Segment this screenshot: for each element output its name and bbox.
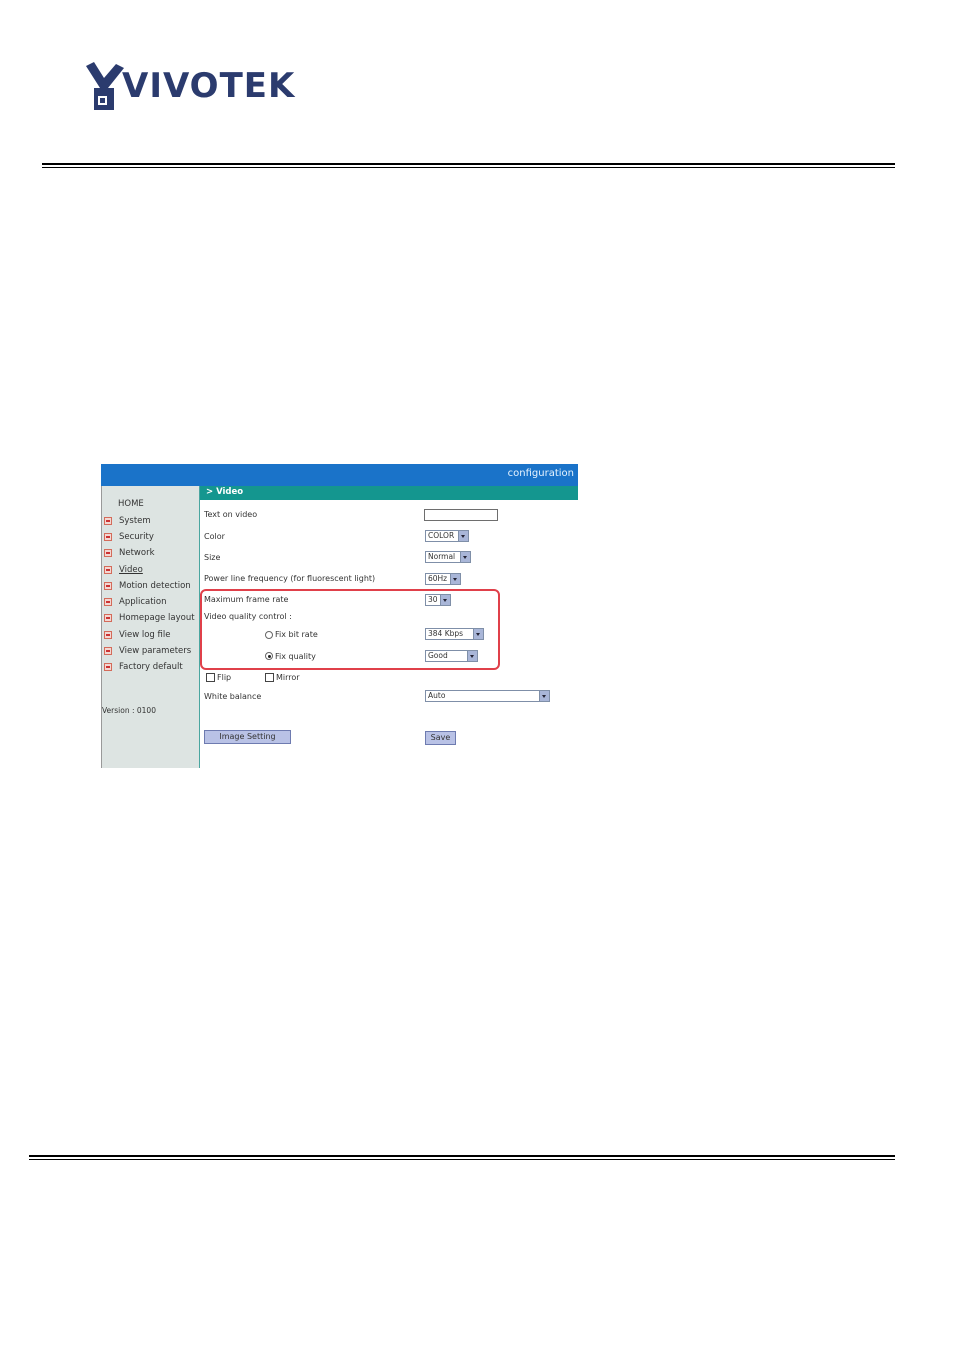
- top-bar: configuration: [101, 464, 578, 486]
- sidebar-item-system[interactable]: System: [104, 515, 151, 527]
- section-title: > Video: [206, 487, 244, 497]
- chevron-down-icon: [450, 574, 460, 584]
- color-select-value: COLOR: [428, 531, 455, 540]
- top-divider: [42, 163, 895, 168]
- mirror-checkbox[interactable]: [265, 673, 274, 682]
- image-setting-button[interactable]: Image Setting: [204, 730, 291, 744]
- white-balance-select[interactable]: Auto: [425, 690, 550, 702]
- expand-bullet-icon: [104, 614, 112, 622]
- expand-bullet-icon: [104, 647, 112, 655]
- sidebar-item-label: Homepage layout: [119, 613, 195, 623]
- sidebar-item-label: Application: [119, 597, 167, 607]
- mirror-label: Mirror: [276, 673, 300, 682]
- size-label: Size: [204, 553, 221, 562]
- expand-bullet-icon: [104, 549, 112, 557]
- chevron-down-icon: [460, 552, 470, 562]
- sidebar-item-label: View log file: [119, 630, 171, 640]
- color-label: Color: [204, 532, 225, 541]
- flip-checkbox[interactable]: [206, 673, 215, 682]
- sidebar-item-factory-default[interactable]: Factory default: [104, 661, 183, 673]
- vivotek-logo: VIVOTEK: [86, 62, 296, 114]
- white-balance-select-value: Auto: [428, 691, 446, 700]
- sidebar-item-label: Network: [119, 548, 155, 558]
- camera-logo-icon: [86, 62, 124, 110]
- sidebar: [101, 486, 200, 768]
- size-select-value: Normal: [428, 552, 456, 561]
- configuration-label: configuration: [507, 468, 574, 479]
- section-header: > Video: [200, 486, 578, 500]
- power-line-select[interactable]: 60Hz: [425, 573, 461, 585]
- sidebar-item-application[interactable]: Application: [104, 596, 167, 608]
- white-balance-label: White balance: [204, 692, 262, 701]
- sidebar-item-label: Video: [119, 565, 143, 575]
- sidebar-item-motion-detection[interactable]: Motion detection: [104, 580, 191, 592]
- sidebar-item-home[interactable]: HOME: [118, 499, 144, 509]
- expand-bullet-icon: [104, 663, 112, 671]
- chevron-down-icon: [458, 531, 468, 541]
- expand-bullet-icon: [104, 582, 112, 590]
- power-line-label: Power line frequency (for fluorescent li…: [204, 574, 376, 583]
- power-line-select-value: 60Hz: [428, 574, 448, 583]
- logo-wordmark: VIVOTEK: [122, 66, 296, 106]
- size-select[interactable]: Normal: [425, 551, 471, 563]
- expand-bullet-icon: [104, 631, 112, 639]
- sidebar-item-video[interactable]: Video: [104, 564, 143, 576]
- version-text: Version : 0100: [102, 706, 156, 715]
- expand-bullet-icon: [104, 517, 112, 525]
- sidebar-item-homepage-layout[interactable]: Homepage layout: [104, 612, 195, 624]
- highlight-box: [200, 589, 500, 670]
- text-on-video-input[interactable]: [424, 509, 498, 521]
- text-on-video-label: Text on video: [204, 510, 258, 519]
- sidebar-item-label: Security: [119, 532, 154, 542]
- flip-label: Flip: [217, 673, 232, 682]
- sidebar-item-view-parameters[interactable]: View parameters: [104, 645, 191, 657]
- sidebar-item-label: View parameters: [119, 646, 192, 656]
- color-select[interactable]: COLOR: [425, 530, 469, 542]
- expand-bullet-icon: [104, 598, 112, 606]
- chevron-down-icon: [539, 691, 549, 701]
- save-button[interactable]: Save: [425, 731, 456, 745]
- sidebar-item-label: Motion detection: [119, 581, 191, 591]
- bottom-divider: [29, 1155, 895, 1160]
- expand-bullet-icon: [104, 566, 112, 574]
- sidebar-item-label: Factory default: [119, 662, 183, 672]
- expand-bullet-icon: [104, 533, 112, 541]
- sidebar-item-security[interactable]: Security: [104, 531, 154, 543]
- sidebar-item-label: System: [119, 516, 151, 526]
- sidebar-item-view-log-file[interactable]: View log file: [104, 629, 170, 641]
- sidebar-item-network[interactable]: Network: [104, 547, 155, 559]
